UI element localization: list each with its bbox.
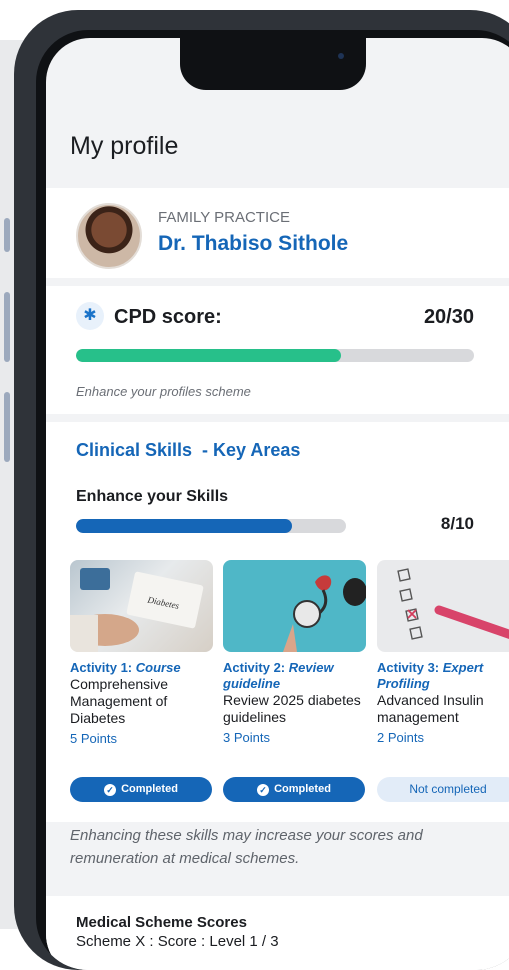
checkbox-shape (397, 568, 411, 582)
checkbox-shape (409, 626, 423, 640)
hand-shape (283, 624, 297, 652)
activity-card-2[interactable]: Activity 2: Review guideline Review 2025… (223, 560, 367, 745)
activity-description: Advanced Insulin management (377, 692, 484, 725)
activity-points: 3 Points (223, 730, 270, 745)
phone-screen: My profile FAMILY PRACTICE Dr. Thabiso S… (46, 38, 509, 970)
check-icon: ✓ (104, 784, 117, 796)
status-badge-completed[interactable]: ✓ Completed (70, 777, 212, 802)
caduceus-icon: ✱ (76, 302, 104, 330)
scheme-score-line: Scheme X : Score : Level 1 / 3 (76, 933, 279, 950)
checklist-illustration (397, 568, 509, 640)
sleeve-shape (70, 615, 98, 652)
skills-note: Enhancing these skills may increase your… (70, 827, 423, 867)
cpd-card[interactable]: ✱ CPD score: 20/30 Enhance your profiles… (46, 286, 509, 414)
heart-shape (315, 575, 332, 591)
activity-description: Comprehensive Management of Diabetes (70, 676, 169, 726)
skills-score: 8/10 (440, 514, 474, 533)
activity-description: Review 2025 diabetes guidelines (223, 692, 361, 725)
stethoscope-image (223, 560, 366, 652)
phone-mute-switch (4, 218, 10, 252)
diabetes-notebook-illustration: Diabetes (70, 568, 204, 652)
stethoscope-illustration (283, 575, 366, 652)
activity-points: 2 Points (377, 730, 424, 745)
status-label: Completed (274, 783, 331, 795)
phone-volume-down (4, 392, 10, 462)
phone-notch (180, 38, 366, 90)
skills-card: Clinical Skills - Key Areas Enhance your… (46, 422, 509, 822)
phone-bezel: My profile FAMILY PRACTICE Dr. Thabiso S… (36, 30, 509, 970)
profile-card[interactable]: FAMILY PRACTICE Dr. Thabiso Sithole (46, 188, 509, 278)
phone-volume-up (4, 292, 10, 362)
avatar[interactable] (76, 203, 142, 269)
skills-title: Clinical Skills - Key Areas (76, 440, 301, 460)
status-label: Completed (121, 783, 178, 795)
cpd-label: CPD score: (114, 306, 222, 328)
activity-label: Activity 3: (377, 660, 440, 675)
activity-label: Activity 1: (70, 660, 133, 675)
activity-points: 5 Points (70, 731, 117, 746)
status-badge-completed[interactable]: ✓ Completed (223, 777, 365, 802)
bulb-shape (343, 578, 366, 606)
doctor-name: Dr. Thabiso Sithole (158, 232, 349, 255)
checkbox-shape (399, 588, 413, 602)
check-icon: ✓ (257, 784, 270, 796)
status-badge-not-completed[interactable]: Not completed (377, 777, 509, 802)
cpd-progress-bar (76, 349, 474, 362)
cpd-score: 20/30 (423, 306, 474, 328)
glucose-meter-shape (80, 568, 110, 590)
cpd-progress-fill (76, 349, 342, 362)
gauge-shape (293, 600, 321, 628)
diabetes-notebook-image: Diabetes (70, 560, 213, 652)
check-mark-shape (407, 609, 417, 619)
skills-subtitle: Enhance your Skills (76, 488, 229, 505)
checklist-image (377, 560, 509, 652)
page-title: My profile (70, 132, 179, 160)
skills-progress-fill (76, 519, 292, 533)
activity-type: Course (135, 660, 181, 675)
scheme-card[interactable]: Medical Scheme Scores Scheme X : Score :… (46, 896, 509, 970)
activity-card-1[interactable]: Diabetes Activity 1: Course Comprehensiv… (70, 560, 214, 746)
profile-screen: My profile FAMILY PRACTICE Dr. Thabiso S… (46, 38, 509, 970)
skills-progress-bar (76, 519, 346, 533)
status-label: Not completed (409, 782, 487, 796)
pen-shape (434, 605, 509, 639)
camera-icon (338, 53, 344, 59)
practice-label: FAMILY PRACTICE (158, 209, 290, 226)
activity-label: Activity 2: (223, 660, 286, 675)
activity-card-3[interactable]: Activity 3: Expert Profiling Advanced In… (377, 560, 509, 745)
cpd-hint: Enhance your profiles scheme (76, 384, 251, 399)
scheme-title: Medical Scheme Scores (76, 914, 247, 931)
phone-frame: My profile FAMILY PRACTICE Dr. Thabiso S… (14, 10, 509, 970)
